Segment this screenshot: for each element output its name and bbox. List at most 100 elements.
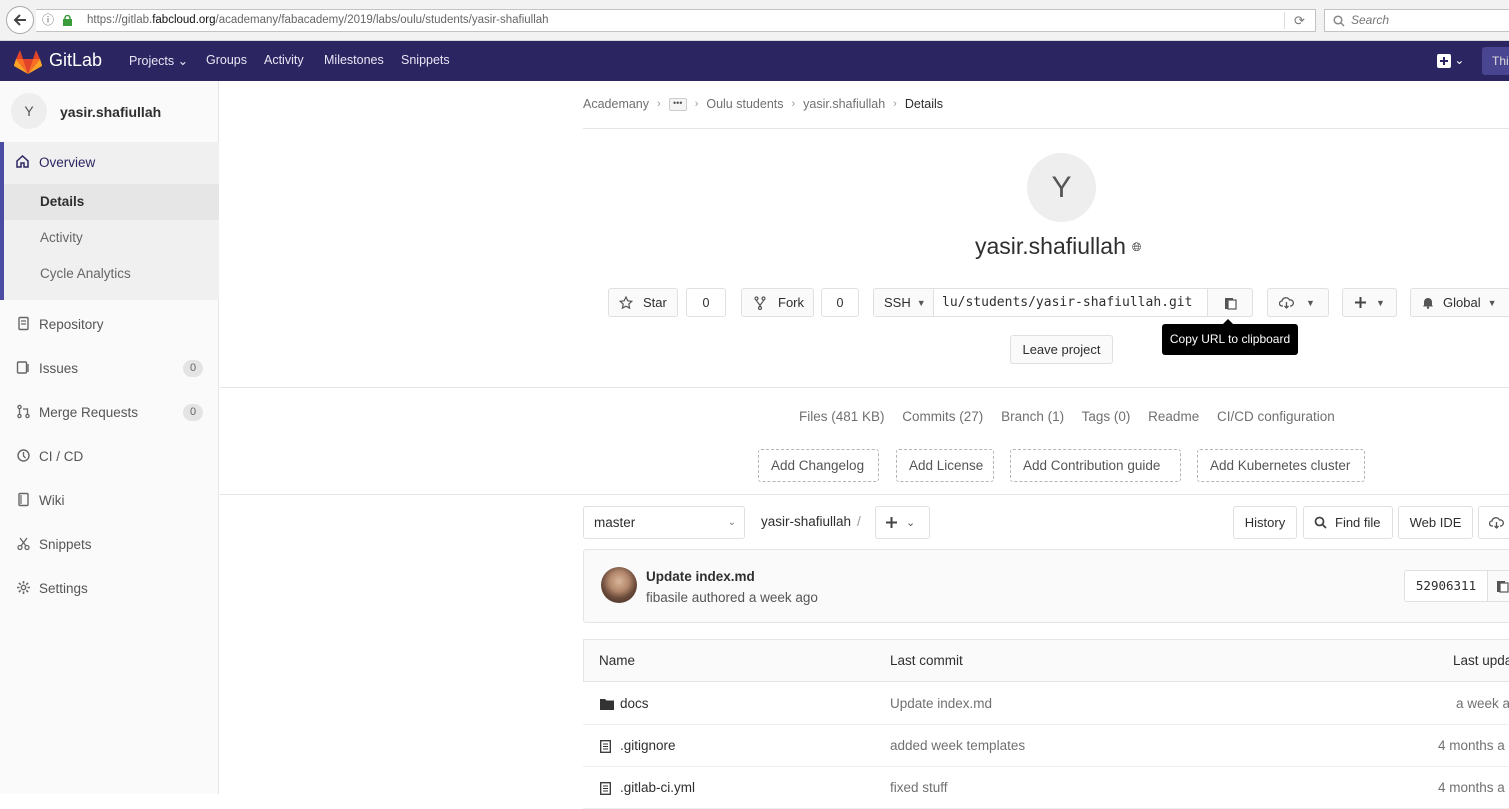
sidebar-item-merge-requests[interactable]: Merge Requests 0 bbox=[0, 392, 219, 432]
repo-add-dropdown[interactable]: ⌄ bbox=[875, 506, 930, 539]
file-name[interactable]: .gitignore bbox=[620, 738, 676, 753]
add-license-button[interactable]: Add License bbox=[896, 449, 994, 482]
file-name[interactable]: .gitlab-ci.yml bbox=[620, 780, 695, 795]
project-name[interactable]: yasir.shafiullah bbox=[60, 104, 161, 120]
commit-sha[interactable]: 52906311 bbox=[1404, 570, 1488, 602]
url-text: https://gitlab.fabcloud.org/academany/fa… bbox=[87, 14, 549, 26]
gitlab-brand[interactable]: GitLab bbox=[49, 50, 102, 71]
leave-project-button[interactable]: Leave project bbox=[1010, 335, 1113, 364]
sidebar-project-header[interactable]: Y yasir.shafiullah bbox=[0, 81, 219, 141]
chevron-down-icon: ⌄ bbox=[906, 517, 916, 529]
file-last-commit[interactable]: fixed stuff bbox=[890, 780, 948, 795]
file-last-commit[interactable]: Update index.md bbox=[890, 696, 992, 711]
reload-icon[interactable]: ⟳ bbox=[1294, 10, 1305, 31]
browser-search-input[interactable]: Search bbox=[1324, 9, 1509, 32]
home-icon bbox=[16, 154, 29, 168]
stat-readme[interactable]: Readme bbox=[1148, 409, 1199, 424]
column-last-commit: Last commit bbox=[890, 653, 963, 668]
find-file-button[interactable]: Find file bbox=[1303, 506, 1393, 539]
file-last-update: 4 months a bbox=[1438, 780, 1505, 795]
table-row[interactable]: .gitlab-ci.yml fixed stuff 4 months a bbox=[583, 767, 1509, 809]
user-menu[interactable]: Thi bbox=[1482, 47, 1509, 75]
cloud-download-icon bbox=[1489, 516, 1504, 529]
sidebar-item-repository[interactable]: Repository bbox=[0, 304, 219, 344]
sidebar-item-settings[interactable]: Settings bbox=[0, 568, 219, 608]
gitlab-logo-icon[interactable] bbox=[14, 50, 42, 74]
copy-sha-button[interactable] bbox=[1487, 570, 1509, 602]
copy-url-button[interactable] bbox=[1207, 288, 1253, 317]
file-last-update: a week a bbox=[1456, 696, 1509, 711]
book-icon bbox=[18, 316, 29, 331]
breadcrumb: Academany › ••• › Oulu students › yasir.… bbox=[583, 97, 944, 111]
nav-groups[interactable]: Groups bbox=[206, 53, 247, 67]
stat-files[interactable]: Files (481 KB) bbox=[799, 409, 885, 424]
repo-root-link[interactable]: yasir-shafiullah bbox=[761, 514, 851, 529]
fork-button[interactable]: Fork bbox=[741, 288, 814, 317]
notification-dropdown[interactable]: Global ▼ bbox=[1410, 288, 1509, 317]
cloud-download-icon bbox=[1279, 296, 1294, 309]
breadcrumb-project[interactable]: yasir.shafiullah bbox=[803, 97, 885, 111]
add-contribution-guide-button[interactable]: Add Contribution guide bbox=[1010, 449, 1181, 482]
clone-url-input[interactable]: lu/students/yasir-shafiullah.git bbox=[933, 288, 1208, 317]
issues-icon bbox=[16, 361, 29, 374]
file-name[interactable]: docs bbox=[620, 696, 649, 711]
plus-square-icon bbox=[1437, 53, 1451, 68]
branch-select[interactable]: master ⌄ bbox=[583, 506, 745, 539]
star-button[interactable]: Star bbox=[608, 288, 678, 317]
breadcrumb-oulu-students[interactable]: Oulu students bbox=[706, 97, 783, 111]
sidebar-item-wiki[interactable]: Wiki bbox=[0, 480, 219, 520]
merge-request-icon bbox=[17, 404, 30, 419]
sidebar-item-overview[interactable]: Overview bbox=[0, 142, 219, 182]
commit-meta: fibasile authored a week ago bbox=[646, 590, 818, 605]
breadcrumb-expand-button[interactable]: ••• bbox=[668, 97, 687, 111]
rocket-icon bbox=[17, 449, 30, 462]
sidebar-subitem-cycle-analytics[interactable]: Cycle Analytics bbox=[4, 256, 219, 292]
breadcrumb-current[interactable]: Details bbox=[905, 97, 943, 111]
project-avatar-large: Y bbox=[1027, 153, 1096, 222]
column-last-update: Last upda bbox=[1453, 653, 1509, 668]
stat-tags[interactable]: Tags (0) bbox=[1082, 409, 1131, 424]
clone-protocol-dropdown[interactable]: SSH ▼ bbox=[873, 288, 934, 317]
nav-snippets[interactable]: Snippets bbox=[401, 53, 450, 67]
commit-author-avatar[interactable] bbox=[601, 567, 637, 603]
nav-milestones[interactable]: Milestones bbox=[324, 53, 384, 67]
project-sidebar: Y yasir.shafiullah Overview Details Acti… bbox=[0, 81, 219, 794]
commit-title[interactable]: Update index.md bbox=[646, 569, 755, 584]
back-button[interactable] bbox=[6, 6, 34, 34]
sidebar-item-snippets[interactable]: Snippets bbox=[0, 524, 219, 564]
gear-icon bbox=[17, 581, 30, 594]
caret-down-icon: ▼ bbox=[1306, 297, 1315, 308]
info-icon[interactable]: ⓘ bbox=[42, 10, 54, 31]
gitlab-top-nav: GitLab Projects ⌄ Groups Activity Milest… bbox=[0, 41, 1509, 81]
sidebar-subitem-activity[interactable]: Activity bbox=[4, 220, 219, 256]
stat-branch[interactable]: Branch (1) bbox=[1001, 409, 1064, 424]
sidebar-item-ci-cd[interactable]: CI / CD bbox=[0, 436, 219, 476]
add-changelog-button[interactable]: Add Changelog bbox=[758, 449, 879, 482]
star-icon bbox=[619, 295, 633, 309]
sidebar-subitem-details[interactable]: Details bbox=[4, 184, 219, 220]
public-globe-icon: 🌐︎ bbox=[1131, 240, 1142, 255]
nav-activity[interactable]: Activity bbox=[264, 53, 304, 67]
browser-toolbar: ⓘ https://gitlab.fabcloud.org/academany/… bbox=[0, 0, 1509, 41]
new-dropdown-button[interactable]: ⌄ bbox=[1437, 53, 1464, 68]
chevron-down-icon: ⌄ bbox=[177, 54, 189, 68]
nav-projects[interactable]: Projects ⌄ bbox=[129, 53, 188, 68]
table-row[interactable]: docs Update index.md a week a bbox=[583, 683, 1509, 725]
stat-commits[interactable]: Commits (27) bbox=[902, 409, 983, 424]
download-dropdown[interactable]: ▼ bbox=[1267, 288, 1329, 317]
table-row[interactable]: .gitignore added week templates 4 months… bbox=[583, 725, 1509, 767]
address-bar[interactable]: ⓘ https://gitlab.fabcloud.org/academany/… bbox=[36, 9, 1316, 32]
web-ide-button[interactable]: Web IDE bbox=[1398, 506, 1473, 539]
project-avatar: Y bbox=[11, 93, 47, 129]
stat-cicd[interactable]: CI/CD configuration bbox=[1217, 409, 1335, 424]
history-button[interactable]: History bbox=[1233, 506, 1297, 539]
breadcrumb-academany[interactable]: Academany bbox=[583, 97, 649, 111]
sidebar-item-issues[interactable]: Issues 0 bbox=[0, 348, 219, 388]
fork-count[interactable]: 0 bbox=[821, 288, 859, 317]
repo-download-button[interactable] bbox=[1478, 506, 1509, 539]
add-kubernetes-cluster-button[interactable]: Add Kubernetes cluster bbox=[1197, 449, 1365, 482]
fork-icon bbox=[754, 295, 766, 310]
star-count[interactable]: 0 bbox=[686, 288, 726, 317]
new-item-dropdown[interactable]: ▼ bbox=[1342, 288, 1397, 317]
file-last-commit[interactable]: added week templates bbox=[890, 738, 1025, 753]
